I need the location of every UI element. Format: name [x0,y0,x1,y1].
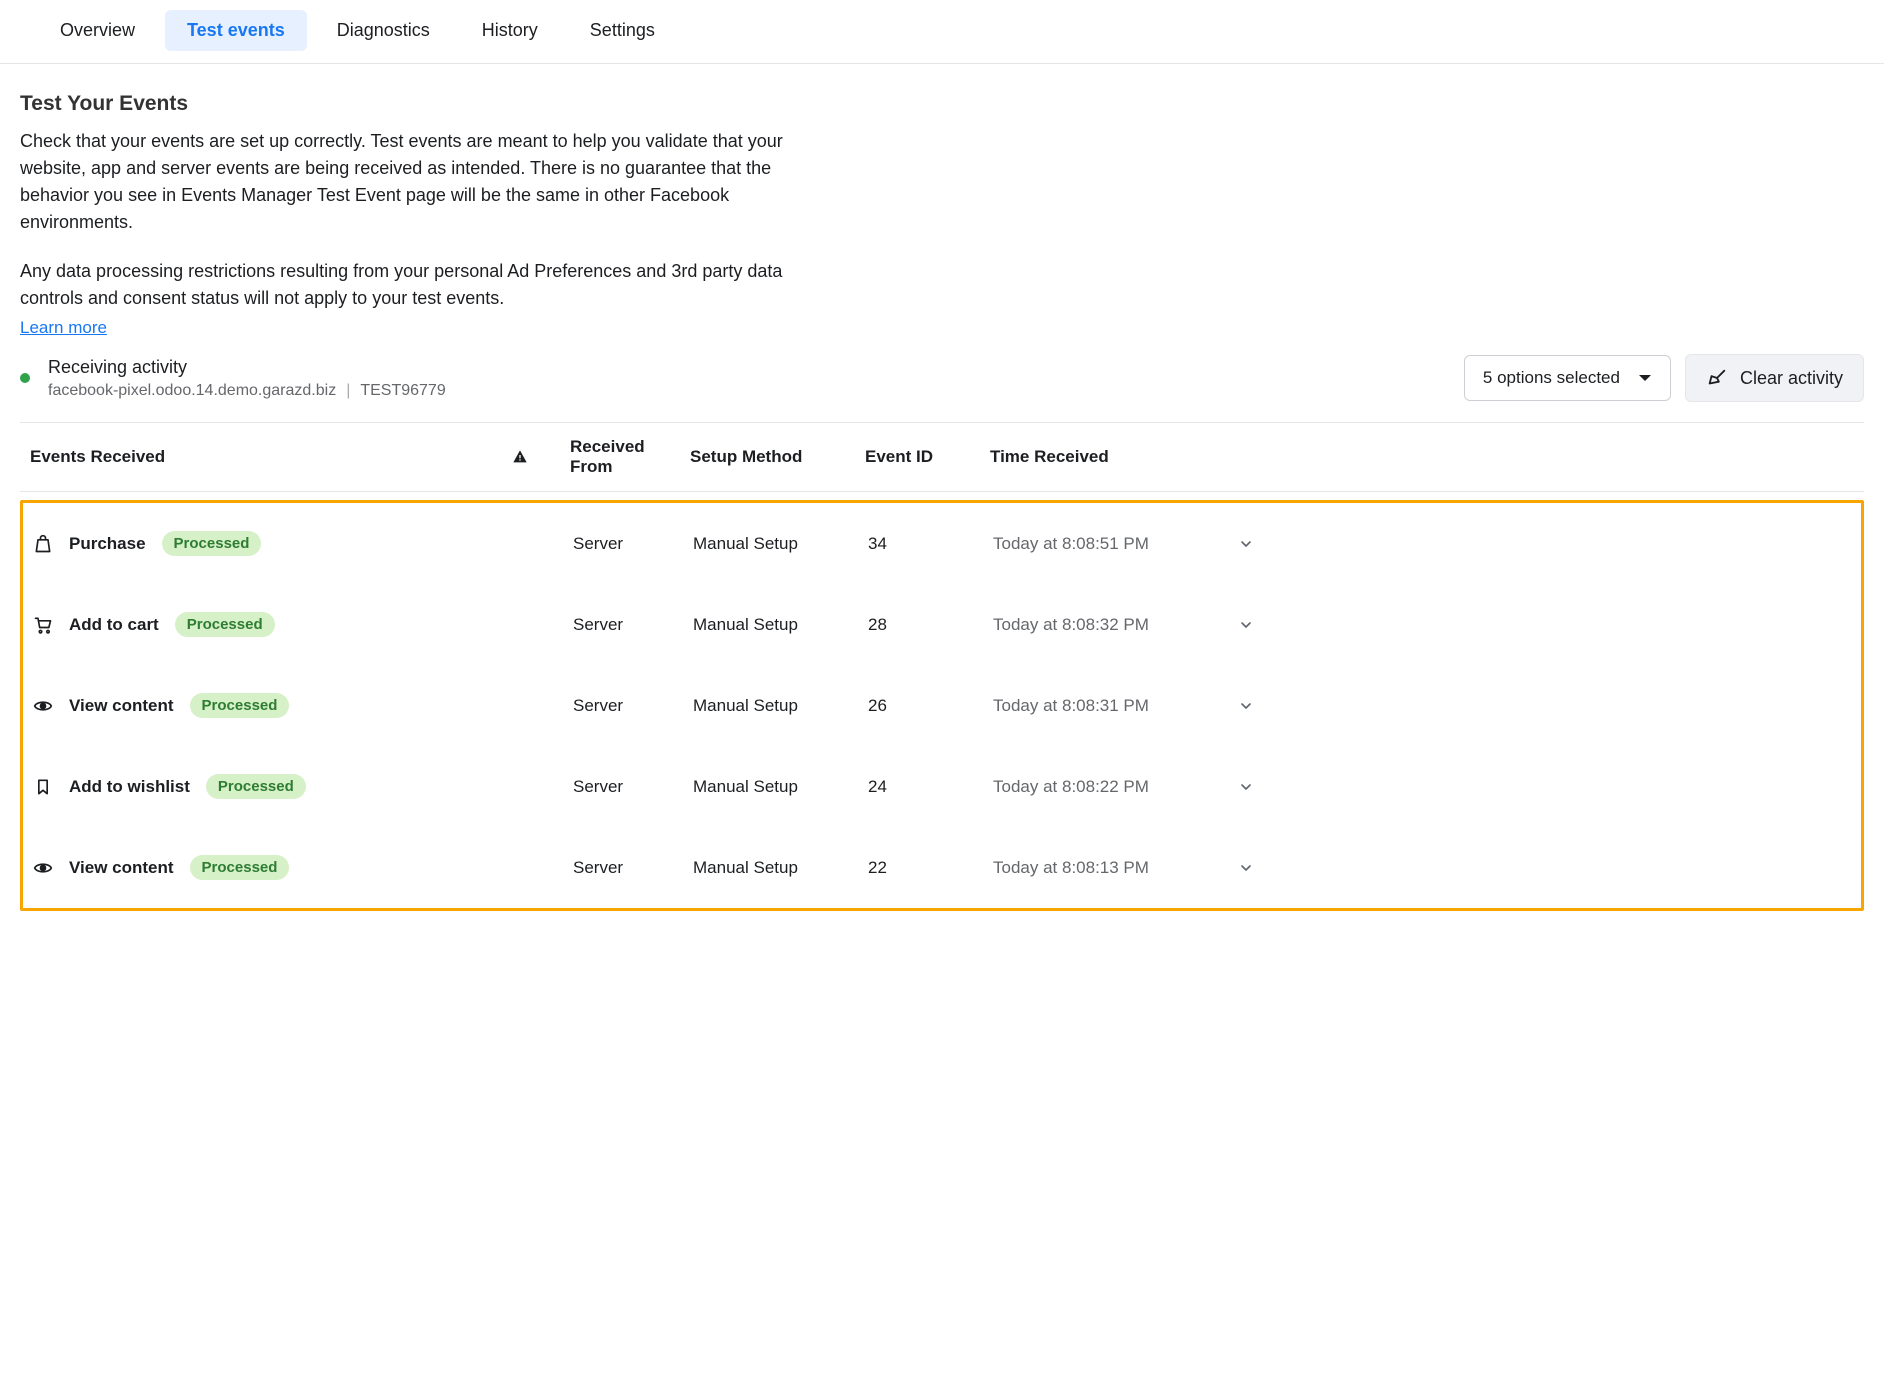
cell-id: 28 [868,615,993,635]
col-method: Setup Method [690,447,865,467]
cell-time: Today at 8:08:51 PM [993,534,1238,554]
table-row: View content Processed ServerManual Setup2… [23,827,1861,908]
event-name: View content [69,858,174,878]
clear-activity-label: Clear activity [1740,368,1843,389]
bookmark-icon [33,777,53,797]
tab-diagnostics[interactable]: Diagnostics [315,10,452,51]
cell-time: Today at 8:08:13 PM [993,858,1238,878]
dropdown-label: 5 options selected [1483,368,1620,388]
expand-row-button[interactable] [1238,698,1278,714]
learn-more-link[interactable]: Learn more [20,318,107,337]
cell-from: Server [573,858,693,878]
status-badge: Processed [175,612,275,637]
table-header: Events Received Received From Setup Meth… [20,422,1864,492]
event-name: Add to cart [69,615,159,635]
eye-icon [33,858,53,878]
cell-method: Manual Setup [693,777,868,797]
status-badge: Processed [162,531,262,556]
page-title: Test Your Events [20,92,800,116]
cell-id: 24 [868,777,993,797]
cell-from: Server [573,534,693,554]
status-dot-icon [20,373,30,383]
cell-from: Server [573,777,693,797]
page-description-2: Any data processing restrictions resulti… [20,258,800,312]
activity-domain: facebook-pixel.odoo.14.demo.garazd.biz [48,382,336,399]
status-badge: Processed [206,774,306,799]
expand-row-button[interactable] [1238,860,1278,876]
cell-method: Manual Setup [693,534,868,554]
status-badge: Processed [190,855,290,880]
event-name: View content [69,696,174,716]
warning-icon [510,449,530,465]
tab-test-events[interactable]: Test events [165,10,307,51]
activity-code: TEST96779 [360,382,445,399]
table-row: View content Processed ServerManual Setup2… [23,665,1861,746]
col-time: Time Received [990,447,1235,467]
clear-activity-button[interactable]: Clear activity [1685,354,1864,402]
col-events: Events Received [30,447,510,467]
page-description-1: Check that your events are set up correc… [20,128,800,236]
event-name: Purchase [69,534,146,554]
cell-from: Server [573,696,693,716]
caret-down-icon [1638,373,1652,383]
cell-method: Manual Setup [693,696,868,716]
broom-icon [1706,367,1728,389]
activity-title: Receiving activity [48,357,446,378]
table-row: Add to cart Processed ServerManual Setup28… [23,584,1861,665]
options-dropdown[interactable]: 5 options selected [1464,355,1671,401]
cell-time: Today at 8:08:22 PM [993,777,1238,797]
tab-settings[interactable]: Settings [568,10,677,51]
cell-from: Server [573,615,693,635]
table-row: Add to wishlist Processed ServerManual Set… [23,746,1861,827]
activity-subtitle: facebook-pixel.odoo.14.demo.garazd.biz|T… [48,382,446,400]
expand-row-button[interactable] [1238,617,1278,633]
expand-row-button[interactable] [1238,536,1278,552]
eye-icon [33,696,53,716]
cell-method: Manual Setup [693,615,868,635]
tab-bar: OverviewTest eventsDiagnosticsHistorySet… [0,0,1884,64]
tab-overview[interactable]: Overview [38,10,157,51]
cell-time: Today at 8:08:32 PM [993,615,1238,635]
cell-id: 26 [868,696,993,716]
status-badge: Processed [190,693,290,718]
bag-icon [33,534,53,554]
cell-id: 34 [868,534,993,554]
cell-id: 22 [868,858,993,878]
cell-method: Manual Setup [693,858,868,878]
col-id: Event ID [865,447,990,467]
events-table-body: PurchaseProcessedServerManual Setup34Tod… [20,500,1864,911]
table-row: Purchase Processed ServerManual Setup34Tod… [23,503,1861,584]
expand-row-button[interactable] [1238,779,1278,795]
event-name: Add to wishlist [69,777,190,797]
cart-icon [33,615,53,635]
tab-history[interactable]: History [460,10,560,51]
cell-time: Today at 8:08:31 PM [993,696,1238,716]
col-from: Received From [570,437,690,477]
